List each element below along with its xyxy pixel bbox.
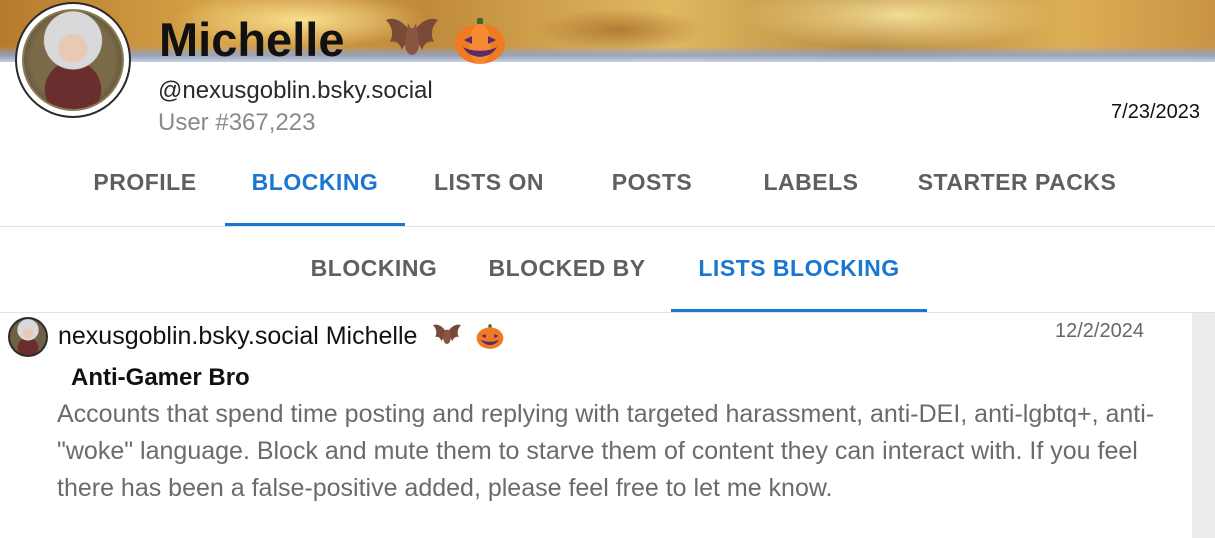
profile-handle[interactable]: @nexusgoblin.bsky.social (158, 76, 433, 106)
tab-profile[interactable]: PROFILE (78, 152, 212, 224)
list-owner[interactable]: nexusgoblin.bsky.social Michelle (58, 322, 417, 350)
tab-labels[interactable]: LABELS (746, 152, 876, 224)
subtab-blocking[interactable]: BLOCKING (296, 238, 452, 310)
jack-o-lantern-icon (476, 324, 504, 349)
user-number: User #367,223 (158, 109, 316, 136)
joined-date: 7/23/2023 (1111, 101, 1200, 123)
tab-starter-packs[interactable]: STARTER PACKS (905, 152, 1129, 224)
subtab-blocked-by[interactable]: BLOCKED BY (474, 238, 660, 310)
list-name[interactable]: Anti-Gamer Bro (71, 362, 250, 394)
bat-emoji-icon (386, 18, 438, 55)
sub-tab-bar: BLOCKING BLOCKED BY LISTS BLOCKING (0, 238, 1215, 313)
list-date: 12/2/2024 (1055, 320, 1144, 342)
list-owner-avatar[interactable] (8, 317, 48, 357)
main-tab-bar: PROFILE BLOCKING LISTS ON POSTS LABELS S… (0, 152, 1215, 227)
avatar[interactable] (22, 9, 124, 111)
scrollbar[interactable] (1192, 313, 1215, 538)
list-owner-line: nexusgoblin.bsky.social Michelle (58, 320, 505, 352)
tab-lists-on[interactable]: LISTS ON (418, 152, 560, 224)
display-name: Michelle (159, 13, 345, 66)
jack-o-lantern-icon (455, 18, 505, 64)
tab-blocking[interactable]: BLOCKING (225, 152, 405, 226)
list-description: Accounts that spend time posting and rep… (57, 400, 1155, 502)
tab-posts[interactable]: POSTS (590, 152, 714, 224)
subtab-lists-blocking[interactable]: LISTS BLOCKING (671, 238, 927, 312)
bat-icon (433, 324, 462, 345)
